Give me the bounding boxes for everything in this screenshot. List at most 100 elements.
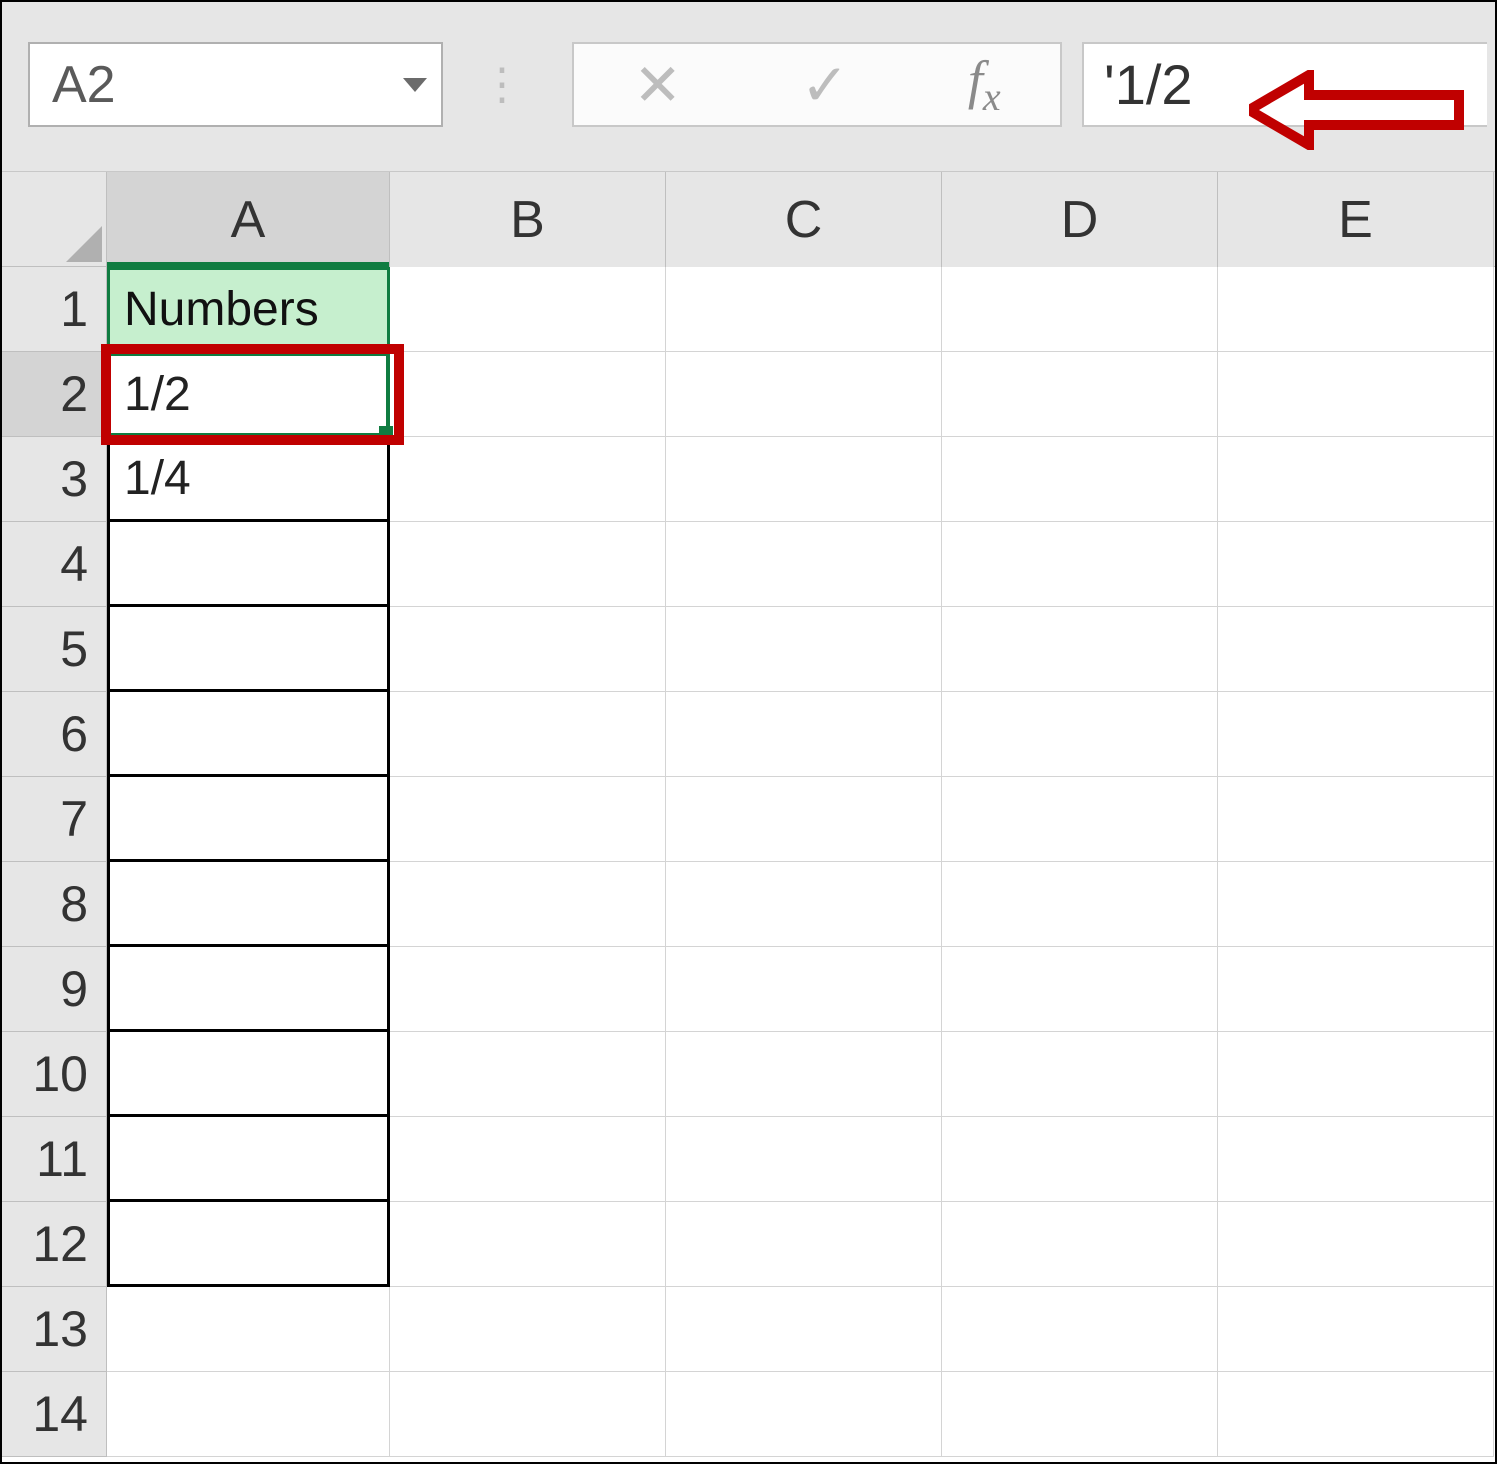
enter-icon[interactable]: ✓ — [801, 51, 850, 119]
cell-C8[interactable] — [666, 862, 942, 947]
column-header-B[interactable]: B — [390, 172, 666, 267]
cell-D6[interactable] — [942, 692, 1218, 777]
cell-A7[interactable] — [107, 777, 390, 862]
cell-B9[interactable] — [390, 947, 666, 1032]
cell-C13[interactable] — [666, 1287, 942, 1372]
cell-B4[interactable] — [390, 522, 666, 607]
cell-E9[interactable] — [1218, 947, 1494, 1032]
cell-A4[interactable] — [107, 522, 390, 607]
row-header-1[interactable]: 1 — [2, 267, 107, 352]
cell-A2[interactable]: 1/2 — [107, 352, 390, 437]
cell-B8[interactable] — [390, 862, 666, 947]
cell-C14[interactable] — [666, 1372, 942, 1457]
cell-E13[interactable] — [1218, 1287, 1494, 1372]
cell-B1[interactable] — [390, 267, 666, 352]
cell-C7[interactable] — [666, 777, 942, 862]
cell-C6[interactable] — [666, 692, 942, 777]
cell-A6[interactable] — [107, 692, 390, 777]
cell-E12[interactable] — [1218, 1202, 1494, 1287]
cell-C1[interactable] — [666, 267, 942, 352]
column-header-D[interactable]: D — [942, 172, 1218, 267]
cell-E14[interactable] — [1218, 1372, 1494, 1457]
row-header-6[interactable]: 6 — [2, 692, 107, 777]
cell-C5[interactable] — [666, 607, 942, 692]
row-header-8[interactable]: 8 — [2, 862, 107, 947]
cell-A9[interactable] — [107, 947, 390, 1032]
row-header-7[interactable]: 7 — [2, 777, 107, 862]
cell-B5[interactable] — [390, 607, 666, 692]
row-header-13[interactable]: 13 — [2, 1287, 107, 1372]
column-header-E[interactable]: E — [1218, 172, 1494, 267]
cell-C4[interactable] — [666, 522, 942, 607]
cell-A12[interactable] — [107, 1202, 390, 1287]
column-header-C[interactable]: C — [666, 172, 942, 267]
cell-D8[interactable] — [942, 862, 1218, 947]
row-header-2[interactable]: 2 — [2, 352, 107, 437]
cell-B14[interactable] — [390, 1372, 666, 1457]
cell-C12[interactable] — [666, 1202, 942, 1287]
cell-B10[interactable] — [390, 1032, 666, 1117]
cell-D10[interactable] — [942, 1032, 1218, 1117]
cell-C2[interactable] — [666, 352, 942, 437]
callout-arrow-icon — [1249, 70, 1469, 155]
formula-bar-area: A2 ⋮ ✕ ✓ fx '1/2 — [2, 2, 1495, 172]
cell-D2[interactable] — [942, 352, 1218, 437]
cell-E6[interactable] — [1218, 692, 1494, 777]
cell-E2[interactable] — [1218, 352, 1494, 437]
name-box[interactable]: A2 — [28, 42, 443, 127]
cell-C9[interactable] — [666, 947, 942, 1032]
cell-D4[interactable] — [942, 522, 1218, 607]
cell-D3[interactable] — [942, 437, 1218, 522]
row-header-11[interactable]: 11 — [2, 1117, 107, 1202]
cell-A5[interactable] — [107, 607, 390, 692]
row-header-3[interactable]: 3 — [2, 437, 107, 522]
cell-A14[interactable] — [107, 1372, 390, 1457]
cell-E1[interactable] — [1218, 267, 1494, 352]
spreadsheet-grid[interactable]: ABCDE 1234567891011121314 Numbers1/21/4 — [2, 172, 1495, 1462]
vertical-dots-icon: ⋮ — [480, 52, 518, 117]
row-header-12[interactable]: 12 — [2, 1202, 107, 1287]
cell-E11[interactable] — [1218, 1117, 1494, 1202]
cell-A1[interactable]: Numbers — [107, 267, 390, 352]
cell-A3[interactable]: 1/4 — [107, 437, 390, 522]
cancel-icon[interactable]: ✕ — [633, 51, 682, 119]
select-all-button[interactable] — [2, 172, 107, 267]
cell-C10[interactable] — [666, 1032, 942, 1117]
cell-D7[interactable] — [942, 777, 1218, 862]
cell-C11[interactable] — [666, 1117, 942, 1202]
cell-E5[interactable] — [1218, 607, 1494, 692]
cell-D12[interactable] — [942, 1202, 1218, 1287]
row-header-14[interactable]: 14 — [2, 1372, 107, 1457]
cell-B11[interactable] — [390, 1117, 666, 1202]
name-box-dropdown-icon[interactable] — [403, 78, 427, 92]
cell-A8[interactable] — [107, 862, 390, 947]
formula-input-value: '1/2 — [1104, 52, 1193, 117]
row-header-4[interactable]: 4 — [2, 522, 107, 607]
cell-D13[interactable] — [942, 1287, 1218, 1372]
cell-B7[interactable] — [390, 777, 666, 862]
cell-E4[interactable] — [1218, 522, 1494, 607]
cell-C3[interactable] — [666, 437, 942, 522]
row-header-9[interactable]: 9 — [2, 947, 107, 1032]
cell-B13[interactable] — [390, 1287, 666, 1372]
cell-A13[interactable] — [107, 1287, 390, 1372]
cell-D1[interactable] — [942, 267, 1218, 352]
cell-D9[interactable] — [942, 947, 1218, 1032]
cell-D5[interactable] — [942, 607, 1218, 692]
cell-B12[interactable] — [390, 1202, 666, 1287]
cell-A11[interactable] — [107, 1117, 390, 1202]
cell-B2[interactable] — [390, 352, 666, 437]
cell-B6[interactable] — [390, 692, 666, 777]
row-header-5[interactable]: 5 — [2, 607, 107, 692]
cell-D14[interactable] — [942, 1372, 1218, 1457]
cell-E3[interactable] — [1218, 437, 1494, 522]
cell-E7[interactable] — [1218, 777, 1494, 862]
cell-A10[interactable] — [107, 1032, 390, 1117]
column-header-A[interactable]: A — [107, 172, 390, 267]
cell-D11[interactable] — [942, 1117, 1218, 1202]
row-header-10[interactable]: 10 — [2, 1032, 107, 1117]
cell-E8[interactable] — [1218, 862, 1494, 947]
cell-B3[interactable] — [390, 437, 666, 522]
insert-function-icon[interactable]: fx — [968, 49, 1001, 120]
cell-E10[interactable] — [1218, 1032, 1494, 1117]
